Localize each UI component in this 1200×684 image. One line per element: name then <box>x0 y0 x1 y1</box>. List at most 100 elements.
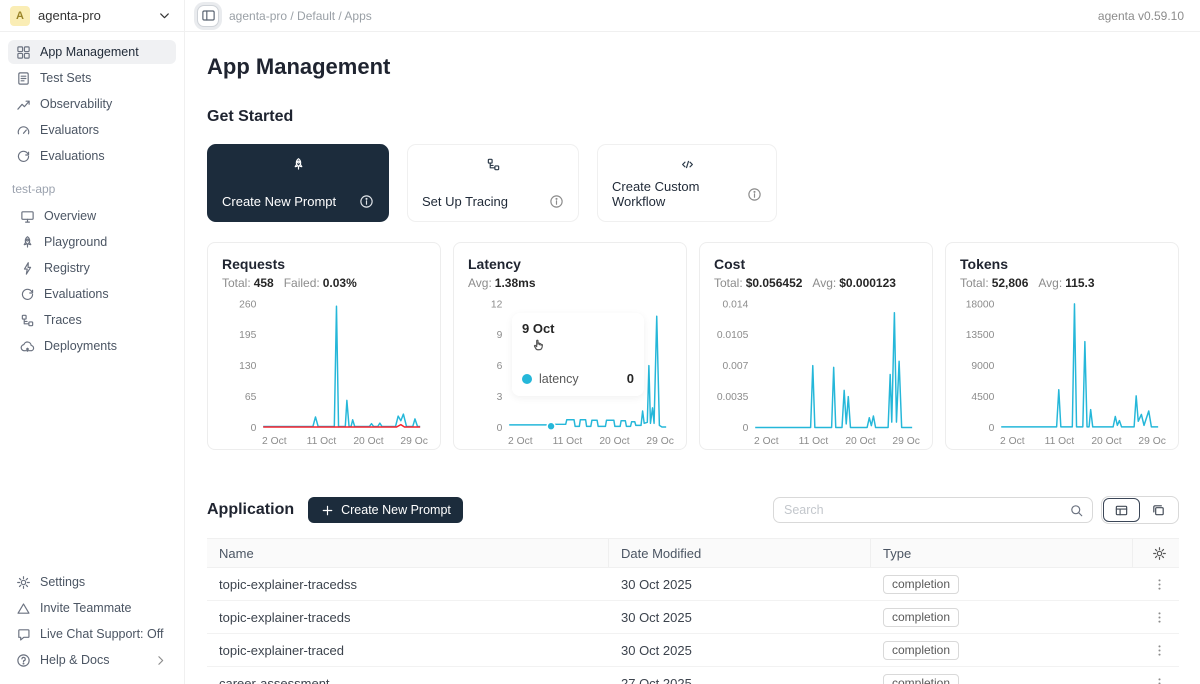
sidebar-item-invite-teammate[interactable]: Invite Teammate <box>8 596 176 620</box>
table-view-icon <box>1114 503 1129 518</box>
column-header-name[interactable]: Name <box>207 539 609 567</box>
svg-text:3: 3 <box>497 392 503 403</box>
svg-text:20 Oct: 20 Oct <box>845 436 875 447</box>
view-toggle <box>1101 496 1179 524</box>
sidebar-item-test-sets[interactable]: Test Sets <box>8 66 176 90</box>
info-icon[interactable] <box>549 194 564 209</box>
create-new-prompt-button[interactable]: Create New Prompt <box>308 497 463 523</box>
get-started-card-create-custom-workflow[interactable]: Create Custom Workflow <box>597 144 777 222</box>
column-header-type[interactable]: Type <box>871 539 1133 567</box>
svg-text:130: 130 <box>239 361 256 372</box>
svg-text:12: 12 <box>491 299 503 310</box>
table-row[interactable]: career-assessment 27 Oct 2025 completion <box>207 667 1179 684</box>
workspace-selector[interactable]: A agenta-pro <box>0 0 185 31</box>
get-started-card-create-new-prompt[interactable]: Create New Prompt <box>207 144 389 222</box>
svg-text:0: 0 <box>251 423 257 434</box>
search-icon[interactable] <box>1069 503 1084 518</box>
table-row[interactable]: topic-explainer-traced 30 Oct 2025 compl… <box>207 634 1179 667</box>
gauge-icon <box>16 123 31 138</box>
chart-title: Requests <box>222 256 426 272</box>
sidebar-item-overview[interactable]: Overview <box>12 204 176 228</box>
card-view-icon <box>1151 503 1166 518</box>
svg-text:29 Oct: 29 Oct <box>1138 436 1166 447</box>
sidebar-item-label: Observability <box>40 97 112 111</box>
table-settings-gear-icon[interactable] <box>1152 546 1167 561</box>
sidebar-item-help-docs[interactable]: Help & Docs <box>8 648 176 672</box>
app-name: topic-explainer-traced <box>207 643 609 658</box>
tree-icon <box>20 313 35 328</box>
app-name: career-assessment <box>207 676 609 684</box>
tooltip-date: 9 Oct <box>522 321 634 336</box>
chart-requests[interactable]: 0651301952602 Oct11 Oct20 Oct29 Oct <box>222 292 428 455</box>
svg-text:11 Oct: 11 Oct <box>799 436 829 447</box>
chat-icon <box>16 627 31 642</box>
tooltip-series-label: latency <box>539 372 579 386</box>
workspace-avatar: A <box>10 6 30 26</box>
svg-text:0.007: 0.007 <box>723 361 749 372</box>
sidebar-item-label: Overview <box>44 209 96 223</box>
column-header-date-modified[interactable]: Date Modified <box>609 539 871 567</box>
info-icon[interactable] <box>747 187 762 202</box>
stat-label: Failed:0.03% <box>284 276 357 290</box>
plus-icon <box>320 503 335 518</box>
testsets-icon <box>16 71 31 86</box>
svg-text:260: 260 <box>239 299 256 310</box>
app-date-modified: 27 Oct 2025 <box>609 676 871 684</box>
stat-card-tokens: Tokens Total:52,806Avg:115.3045009000135… <box>945 242 1179 450</box>
sidebar-item-live-chat-support-off[interactable]: Live Chat Support: Off <box>8 622 176 646</box>
top-bar: A agenta-pro agenta-pro / Default / Apps… <box>0 0 1200 32</box>
search-input[interactable] <box>784 503 1069 517</box>
table-view-button[interactable] <box>1103 498 1140 522</box>
chart-tokens[interactable]: 04500900013500180002 Oct11 Oct20 Oct29 O… <box>960 292 1166 455</box>
svg-text:65: 65 <box>245 392 257 403</box>
sidebar-item-observability[interactable]: Observability <box>8 92 176 116</box>
sidebar-item-app-management[interactable]: App Management <box>8 40 176 64</box>
stat-card-latency: Latency Avg:1.38ms0369122 Oct11 Oct20 Oc… <box>453 242 687 450</box>
svg-text:20 Oct: 20 Oct <box>1091 436 1121 447</box>
code-icon <box>612 157 762 172</box>
monitor-icon <box>20 209 35 224</box>
svg-text:20 Oct: 20 Oct <box>353 436 383 447</box>
applications-table: Name Date Modified Type topic-explainer-… <box>207 538 1179 684</box>
svg-text:9: 9 <box>497 330 503 341</box>
app-type-badge: completion <box>883 575 959 594</box>
chart-cost[interactable]: 00.00350.0070.01050.0142 Oct11 Oct20 Oct… <box>714 292 920 455</box>
sidebar-item-evaluators[interactable]: Evaluators <box>8 118 176 142</box>
svg-text:29 Oct: 29 Oct <box>892 436 920 447</box>
sidebar-item-traces[interactable]: Traces <box>12 308 176 332</box>
sidebar-item-playground[interactable]: Playground <box>12 230 176 254</box>
svg-text:11 Oct: 11 Oct <box>1045 436 1075 447</box>
sidebar-item-settings[interactable]: Settings <box>8 570 176 594</box>
info-icon[interactable] <box>359 194 374 209</box>
row-menu-icon[interactable] <box>1152 643 1167 658</box>
rocket-icon <box>222 157 374 172</box>
sidebar-item-label: Deployments <box>44 339 117 353</box>
svg-text:2 Oct: 2 Oct <box>1000 436 1025 447</box>
sidebar-item-evaluations[interactable]: Evaluations <box>8 144 176 168</box>
gear-icon <box>16 575 31 590</box>
row-menu-icon[interactable] <box>1152 610 1167 625</box>
lightning-icon <box>20 261 35 276</box>
stat-label: Avg:115.3 <box>1038 276 1094 290</box>
observability-icon <box>16 97 31 112</box>
sidebar-item-deployments[interactable]: Deployments <box>12 334 176 358</box>
sidebar-item-registry[interactable]: Registry <box>12 256 176 280</box>
app-date-modified: 30 Oct 2025 <box>609 643 871 658</box>
rocket-icon <box>20 235 35 250</box>
sidebar-toggle-button[interactable] <box>197 5 219 27</box>
app-date-modified: 30 Oct 2025 <box>609 610 871 625</box>
row-menu-icon[interactable] <box>1152 577 1167 592</box>
table-row[interactable]: topic-explainer-traceds 30 Oct 2025 comp… <box>207 601 1179 634</box>
sidebar-item-label: Evaluations <box>44 287 109 301</box>
table-row[interactable]: topic-explainer-tracedss 30 Oct 2025 com… <box>207 568 1179 601</box>
sidebar-item-evaluations[interactable]: Evaluations <box>12 282 176 306</box>
sidebar-item-label: Evaluations <box>40 149 105 163</box>
card-view-button[interactable] <box>1140 498 1177 522</box>
row-menu-icon[interactable] <box>1152 676 1167 684</box>
breadcrumb: agenta-pro / Default / Apps <box>229 9 372 23</box>
card-label: Create Custom Workflow <box>612 179 729 209</box>
svg-text:13500: 13500 <box>966 330 995 341</box>
app-name: topic-explainer-traceds <box>207 610 609 625</box>
sidebar-item-label: Playground <box>44 235 107 249</box>
get-started-card-set-up-tracing[interactable]: Set Up Tracing <box>407 144 579 222</box>
